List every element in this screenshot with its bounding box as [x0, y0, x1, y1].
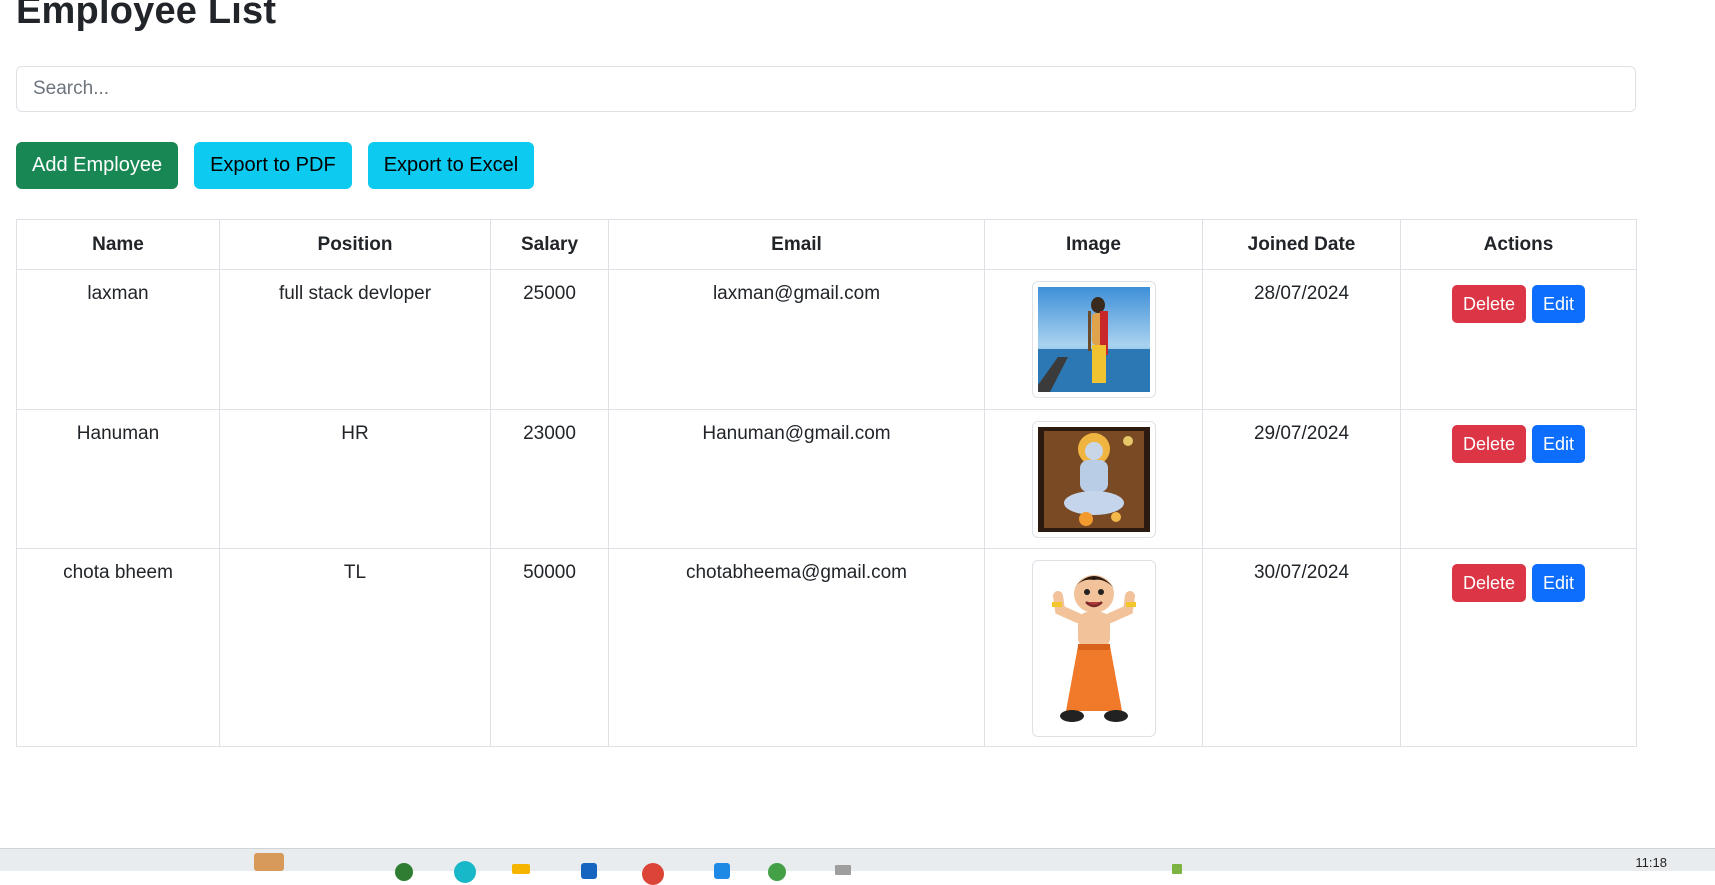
- gear-icon[interactable]: [395, 863, 413, 881]
- delete-button[interactable]: Delete: [1451, 425, 1526, 463]
- delete-button[interactable]: Delete: [1451, 285, 1526, 323]
- shield-icon[interactable]: [581, 863, 597, 879]
- taskbar-clock[interactable]: 11:18: [1635, 855, 1667, 870]
- employee-table: Name Position Salary Email Image Joined …: [16, 219, 1637, 747]
- os-taskbar: 11:18: [0, 848, 1715, 885]
- edit-button[interactable]: Edit: [1532, 425, 1586, 463]
- cell-position: full stack devloper: [219, 269, 491, 410]
- cell-image: [984, 409, 1203, 549]
- table-header-row: Name Position Salary Email Image Joined …: [16, 219, 1637, 270]
- folder-icon[interactable]: [512, 864, 530, 874]
- mail-icon[interactable]: [835, 865, 851, 875]
- settings-icon[interactable]: [768, 863, 786, 881]
- table-row: chota bheem TL 50000 chotabheema@gmail.c…: [16, 548, 1637, 747]
- cell-salary: 25000: [490, 269, 609, 410]
- column-header-salary[interactable]: Salary: [490, 219, 609, 270]
- toolbar: Add Employee Export to PDF Export to Exc…: [16, 142, 535, 189]
- browser-icon[interactable]: [454, 861, 476, 883]
- employee-photo[interactable]: [1031, 560, 1156, 737]
- column-header-image[interactable]: Image: [984, 219, 1203, 270]
- employee-photo[interactable]: [1031, 281, 1156, 398]
- employee-photo[interactable]: [1031, 421, 1156, 538]
- edit-button[interactable]: Edit: [1532, 564, 1586, 602]
- seated-deity-photo: [1037, 427, 1150, 532]
- battery-icon: [1172, 864, 1182, 874]
- edit-button[interactable]: Edit: [1532, 285, 1586, 323]
- export-pdf-button[interactable]: Export to PDF: [194, 142, 352, 189]
- add-employee-button[interactable]: Add Employee: [16, 142, 179, 189]
- cell-name: chota bheem: [16, 548, 220, 747]
- cell-joined-date: 29/07/2024: [1202, 409, 1401, 549]
- tiger-app-icon[interactable]: [254, 853, 284, 871]
- cell-name: laxman: [16, 269, 220, 410]
- cell-actions: Delete Edit: [1400, 548, 1637, 747]
- cell-name: Hanuman: [16, 409, 220, 549]
- table-row: Hanuman HR 23000 Hanuman@gmail.com 29/07…: [16, 409, 1637, 549]
- cartoon-boy-flexing: [1037, 566, 1150, 731]
- cell-position: HR: [219, 409, 491, 549]
- search-input[interactable]: [16, 66, 1636, 112]
- page-title: Employee List: [16, 0, 277, 32]
- delete-button[interactable]: Delete: [1451, 564, 1526, 602]
- export-excel-button[interactable]: Export to Excel: [367, 142, 535, 189]
- cell-email: Hanuman@gmail.com: [608, 409, 985, 549]
- cell-actions: Delete Edit: [1400, 269, 1637, 410]
- column-header-actions[interactable]: Actions: [1400, 219, 1637, 270]
- cell-position: TL: [219, 548, 491, 747]
- cell-salary: 50000: [490, 548, 609, 747]
- cell-joined-date: 30/07/2024: [1202, 548, 1401, 747]
- vscode-icon[interactable]: [714, 863, 730, 879]
- cell-email: chotabheema@gmail.com: [608, 548, 985, 747]
- column-header-name[interactable]: Name: [16, 219, 220, 270]
- cell-actions: Delete Edit: [1400, 409, 1637, 549]
- cell-image: [984, 548, 1203, 747]
- cell-image: [984, 269, 1203, 410]
- cell-joined-date: 28/07/2024: [1202, 269, 1401, 410]
- column-header-joined-date[interactable]: Joined Date: [1202, 219, 1401, 270]
- column-header-email[interactable]: Email: [608, 219, 985, 270]
- cell-salary: 23000: [490, 409, 609, 549]
- sea-bridge-figure-photo: [1037, 287, 1150, 392]
- table-row: laxman full stack devloper 25000 laxman@…: [16, 269, 1637, 410]
- chrome-icon[interactable]: [642, 863, 664, 885]
- column-header-position[interactable]: Position: [219, 219, 491, 270]
- cell-email: laxman@gmail.com: [608, 269, 985, 410]
